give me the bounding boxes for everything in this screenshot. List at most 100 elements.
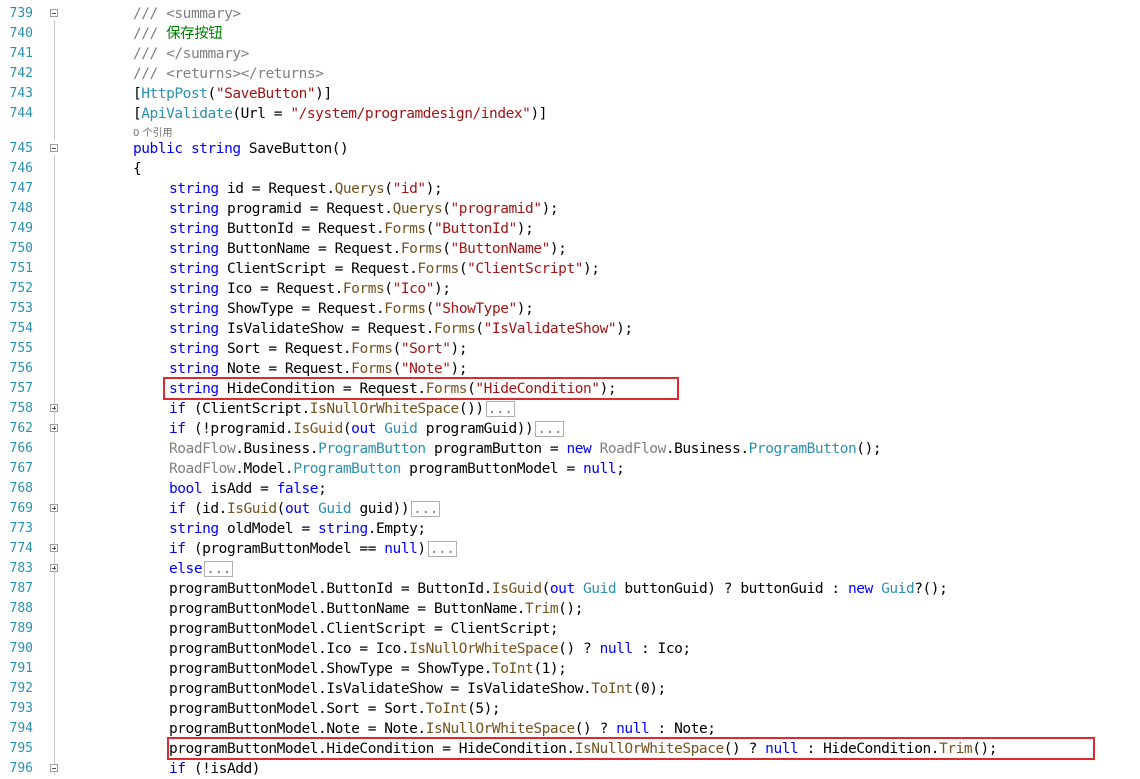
code-token: string [169,341,219,357]
code-line[interactable]: 745 public string SaveButton() [0,139,1140,159]
code-line[interactable]: 769 if (id.IsGuid(out Guid guid))... [0,499,1140,519]
code-token: )] [315,86,332,102]
collapse-icon[interactable] [50,144,58,152]
code-line[interactable]: 749 string ButtonId = Request.Forms("Butt… [0,219,1140,239]
code-token: Forms [384,301,426,317]
code-text: if (id.IsGuid(out Guid guid))... [169,499,440,519]
code-token: ToInt [425,701,468,717]
code-token: ( [342,421,352,437]
code-token: ( [392,361,402,377]
line-number: 750 [9,241,33,256]
code-line[interactable]: 747 string id = Request.Querys("id"); [0,179,1140,199]
code-token: ); [516,221,534,237]
line-number: 793 [9,701,33,716]
code-token: string [169,361,219,377]
code-line[interactable]: 768 bool isAdd = false; [0,479,1140,499]
code-line[interactable]: 746 { [0,159,1140,179]
code-line[interactable]: 750 string ButtonName = Request.Forms("Bu… [0,239,1140,259]
code-line[interactable]: 790 programButtonModel.Ico = Ico.IsNullOr… [0,639,1140,659]
code-line[interactable]: 767 RoadFlow.Model.ProgramButton programB… [0,459,1140,479]
collapse-icon[interactable] [50,9,58,17]
collapse-icon[interactable] [50,764,58,772]
code-line[interactable]: 791 programButtonModel.ShowType = ShowTyp… [0,659,1140,679]
code-text: programButtonModel.IsValidateShow = IsVa… [169,679,666,699]
code-token: out [351,421,377,437]
expand-icon[interactable] [50,504,58,512]
code-line[interactable]: 739 /// <summary> [0,4,1140,24]
code-token: null [583,461,617,477]
code-token: "Ico" [392,281,435,297]
code-token: RoadFlow [169,461,236,477]
code-token: ( [442,241,451,257]
code-token: "ClientScript" [467,261,584,277]
line-number: 756 [9,361,33,376]
code-line[interactable]: 757 string HideCondition = Request.Forms(… [0,379,1140,399]
code-token: IsGuid [293,421,343,437]
code-token: Forms [433,321,476,337]
expand-icon[interactable] [50,404,58,412]
code-token: ( [425,301,435,317]
code-line[interactable]: 783 else... [0,559,1140,579]
code-line[interactable]: 758 if (ClientScript.IsNullOrWhiteSpace()… [0,399,1140,419]
code-token: Querys [392,201,443,217]
code-line[interactable]: 751 string ClientScript = Request.Forms("… [0,259,1140,279]
code-token: string [190,141,241,157]
line-number: 790 [9,641,33,656]
code-line[interactable]: 755 string Sort = Request.Forms("Sort"); [0,339,1140,359]
code-text: string ButtonName = Request.Forms("Butto… [169,239,567,259]
collapsed-region-button[interactable]: ... [535,421,565,437]
code-line[interactable]: 762 if (!programid.IsGuid(out Guid progra… [0,419,1140,439]
line-number: 744 [9,106,33,121]
code-line[interactable]: 752 string Ico = Request.Forms("Ico"); [0,279,1140,299]
code-token: ?(); [914,581,948,597]
code-line[interactable]: 793 programButtonModel.Sort = Sort.ToInt(… [0,699,1140,719]
code-line[interactable]: 789 programButtonModel.ClientScript = Cli… [0,619,1140,639]
line-number: 792 [9,681,33,696]
code-line[interactable]: 766 RoadFlow.Business.ProgramButton progr… [0,439,1140,459]
code-line[interactable]: 795 programButtonModel.HideCondition = Hi… [0,739,1140,759]
expand-icon[interactable] [50,564,58,572]
collapsed-region-button[interactable]: ... [204,561,233,577]
code-token: RoadFlow [599,441,667,457]
code-token: if [169,501,186,517]
collapsed-region-button[interactable]: ... [411,501,440,517]
code-token: Ico = Request. [218,281,343,297]
line-number: 769 [9,501,33,516]
collapsed-region-button[interactable]: ... [485,401,515,417]
code-token: IsNullOrWhiteSpace [309,401,459,417]
code-line[interactable]: 742 /// <returns></returns> [0,64,1140,84]
code-token: "id" [392,181,427,197]
code-token: "Sort" [400,341,451,357]
code-text: programButtonModel.Note = Note.IsNullOrW… [169,719,716,739]
code-line[interactable]: 744 [ApiValidate(Url = "/system/programde… [0,104,1140,124]
code-token: Guid [384,421,418,437]
code-line[interactable]: 756 string Note = Request.Forms("Note"); [0,359,1140,379]
code-text: /// <summary> [133,4,241,24]
code-line[interactable]: 773 string oldModel = string.Empty; [0,519,1140,539]
expand-icon[interactable] [50,544,58,552]
code-line[interactable]: 743 [HttpPost("SaveButton")] [0,84,1140,104]
code-line[interactable]: 792 programButtonModel.IsValidateShow = I… [0,679,1140,699]
expand-icon[interactable] [50,424,58,432]
code-line[interactable]: 787 programButtonModel.ButtonId = ButtonI… [0,579,1140,599]
code-text: programButtonModel.ShowType = ShowType.T… [169,659,567,679]
collapsed-region-button[interactable]: ... [427,541,457,557]
code-token: (); [856,441,882,457]
code-text: string HideCondition = Request.Forms("Hi… [169,379,617,399]
code-token: null [616,721,650,737]
code-line[interactable]: 753 string ShowType = Request.Forms("Show… [0,299,1140,319]
code-token: ); [450,361,468,377]
code-line[interactable]: 748 string programid = Request.Querys("pr… [0,199,1140,219]
code-line[interactable]: 796 if (!isAdd) [0,759,1140,779]
code-editor[interactable]: 0 个引用 739 /// <summary> 740 /// 保存按钮 741 /// … [0,0,1140,779]
code-line[interactable]: 740 /// 保存按钮 [0,24,1140,44]
code-token: (programButtonModel == [185,541,385,557]
code-token: SaveButton() [240,141,349,157]
code-line[interactable]: 794 programButtonModel.Note = Note.IsNull… [0,719,1140,739]
codelens-references[interactable]: 0 个引用 [133,124,173,139]
line-number: 773 [9,521,33,536]
code-line[interactable]: 741 /// </summary> [0,44,1140,64]
code-line[interactable]: 754 string IsValidateShow = Request.Forms… [0,319,1140,339]
code-line[interactable]: 774 if (programButtonModel == null)... [0,539,1140,559]
code-line[interactable]: 788 programButtonModel.ButtonName = Butto… [0,599,1140,619]
